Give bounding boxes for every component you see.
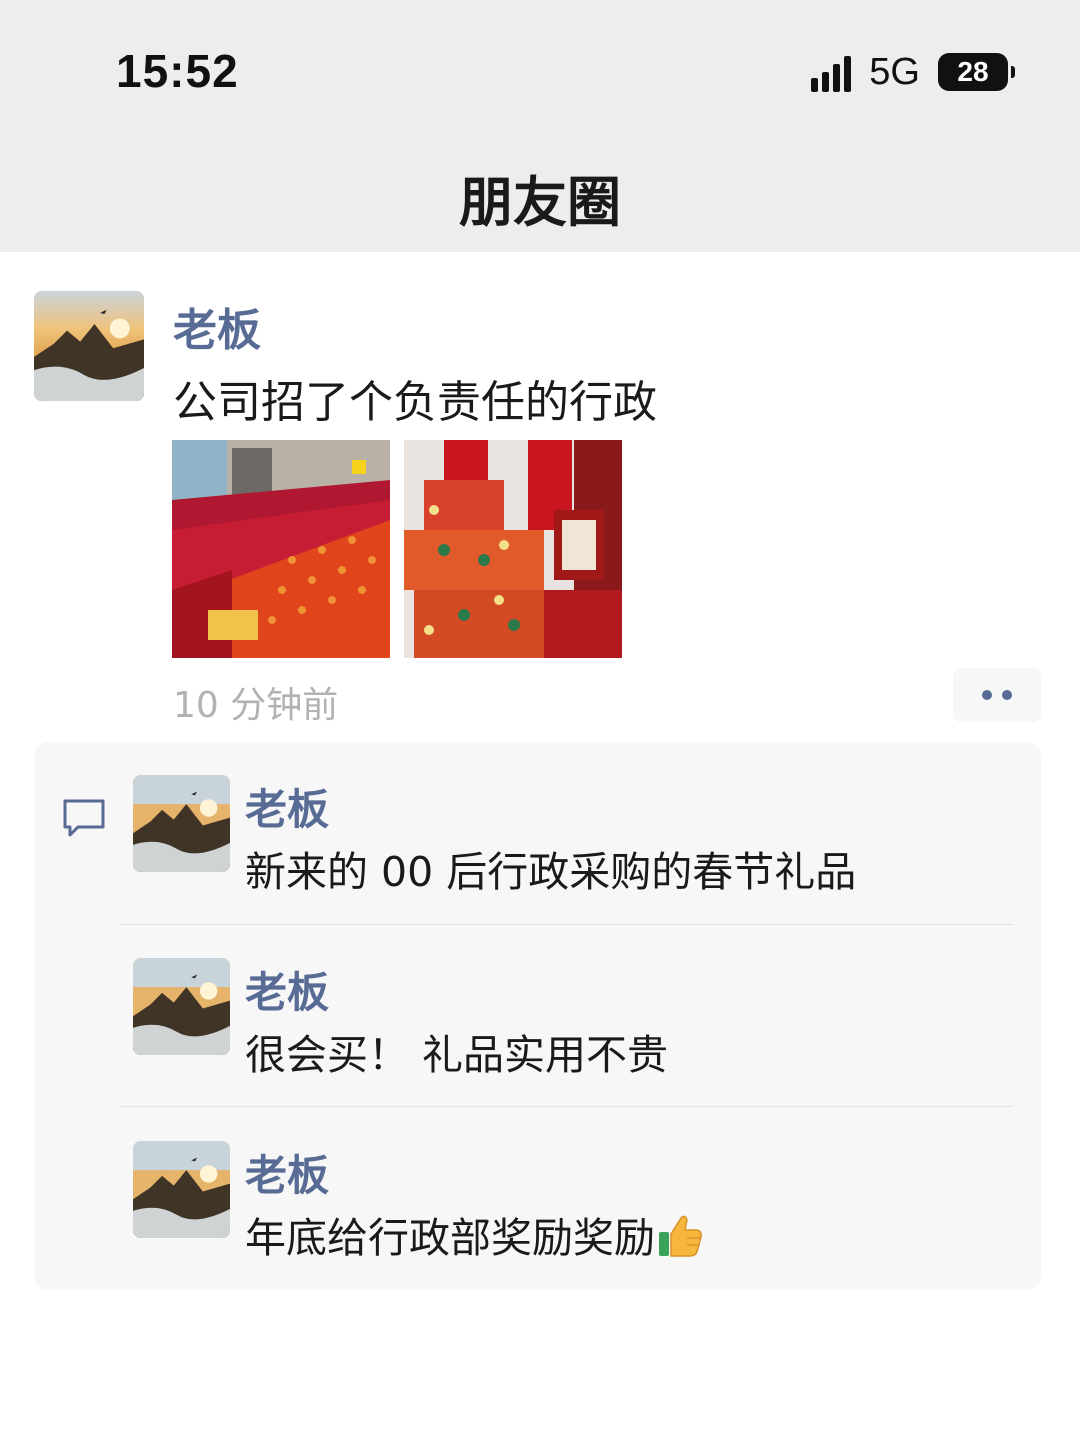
post-time: 10 分钟前 xyxy=(173,685,339,726)
comment-author[interactable]: 老板 xyxy=(245,959,329,1020)
network-type: 5G xyxy=(869,50,920,93)
comments-panel: 老板 新来的 00 后行政采购的春节礼品 老板 很会买！ 礼品实用不贵 老板 年… xyxy=(34,742,1041,1290)
comment-text: 年底给行政部奖励奖励 xyxy=(245,1214,655,1262)
comment-text-row: 年底给行政部奖励奖励 xyxy=(245,1204,703,1264)
more-dots-icon[interactable] xyxy=(953,668,1041,722)
battery-indicator: 28 xyxy=(938,53,1015,91)
comment-bubble-icon xyxy=(63,799,105,837)
comment-text: 新来的 00 后行政采购的春节礼品 xyxy=(245,848,857,896)
comment-author[interactable]: 老板 xyxy=(245,1142,329,1203)
status-time: 15:52 xyxy=(116,45,239,97)
status-icons: 5G 28 xyxy=(811,50,1015,94)
thumbs-up-icon xyxy=(659,1215,702,1257)
post-text: 公司招了个负责任的行政 xyxy=(173,377,657,428)
comment-text: 很会买！ 礼品实用不贵 xyxy=(245,1031,669,1079)
post-photo[interactable] xyxy=(404,440,622,658)
signal-bars-icon xyxy=(811,52,852,92)
page-title: 朋友圈 xyxy=(459,171,621,234)
avatar[interactable] xyxy=(133,775,230,872)
top-bar: 15:52 5G 28 朋友圈 xyxy=(0,0,1080,252)
comment-author[interactable]: 老板 xyxy=(245,776,329,837)
comment-divider xyxy=(119,1106,1013,1107)
avatar[interactable] xyxy=(133,958,230,1055)
post-photo[interactable] xyxy=(172,440,390,658)
avatar[interactable] xyxy=(133,1141,230,1238)
avatar[interactable] xyxy=(34,291,144,401)
comment-divider xyxy=(119,924,1013,925)
post-author[interactable]: 老板 xyxy=(173,294,261,358)
